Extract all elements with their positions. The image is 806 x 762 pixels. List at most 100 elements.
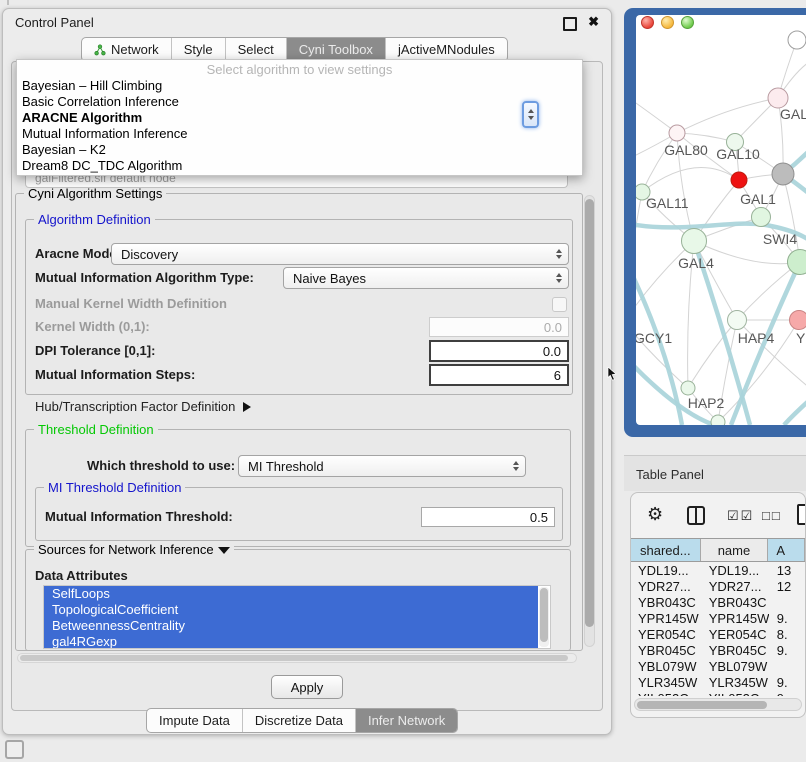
table-cell: 8. (769, 627, 805, 643)
network-node[interactable] (669, 125, 685, 141)
column-header-clipped[interactable]: A (768, 539, 805, 561)
table-row[interactable]: YPR145WYPR145W9. (631, 611, 805, 627)
table-row[interactable]: YBR045CYBR045C9. (631, 643, 805, 659)
document-icon[interactable] (797, 504, 806, 525)
table-row[interactable]: YER054CYER054C8. (631, 627, 805, 643)
attribute-item[interactable]: TopologicalCoefficient (44, 602, 538, 618)
threshold-definition-title: Threshold Definition (34, 422, 158, 437)
network-edge[interactable] (784, 398, 806, 425)
network-edge[interactable] (677, 98, 778, 133)
table-cell: YLR345W (701, 675, 769, 691)
network-node[interactable] (788, 250, 806, 275)
scrollbar-thumb[interactable] (540, 588, 548, 642)
kernel-width-input[interactable]: 0.0 (429, 317, 569, 337)
network-node[interactable] (790, 311, 806, 330)
network-node[interactable] (752, 208, 771, 227)
aracne-mode-value: Discovery (121, 247, 178, 262)
dropdown-item[interactable]: Mutual Information Inference (17, 126, 582, 142)
table-cell: YBR043C (631, 595, 701, 611)
float-window-icon[interactable] (563, 17, 577, 31)
network-node[interactable] (682, 229, 707, 254)
dropdown-item[interactable]: Dream8 DC_TDC Algorithm (17, 158, 582, 174)
network-node[interactable] (728, 311, 747, 330)
table-row[interactable]: YIL052CYIL052C9 (631, 691, 805, 696)
hub-definition-expander[interactable]: Hub/Transcription Factor Definition (35, 399, 251, 414)
table-cell: YPR145W (631, 611, 701, 627)
sources-group-title[interactable]: Sources for Network Inference (34, 542, 234, 557)
window-close-button[interactable] (641, 16, 654, 29)
tab-infer-network[interactable]: Infer Network (355, 709, 457, 732)
settings-horizontal-scrollbar[interactable] (17, 653, 577, 663)
dpi-tolerance-input[interactable]: 0.0 (429, 340, 569, 362)
network-edge[interactable] (636, 241, 694, 322)
tab-jactivemnodules[interactable]: jActiveMNodules (385, 38, 507, 61)
network-edge[interactable] (642, 168, 739, 193)
tab-select[interactable]: Select (225, 38, 286, 61)
tab-cyni-toolbox[interactable]: Cyni Toolbox (286, 38, 385, 61)
tab-impute-data[interactable]: Impute Data (147, 709, 242, 732)
dropdown-item[interactable]: Bayesian – K2 (17, 142, 582, 158)
focused-spinner-fragment[interactable] (522, 101, 539, 128)
mi-type-select[interactable]: Naive Bayes (283, 267, 569, 289)
deselect-checkboxes-icon[interactable]: □□ (762, 508, 782, 523)
apply-button[interactable]: Apply (271, 675, 343, 699)
tab-network[interactable]: Network (82, 38, 171, 61)
network-node-label: Y (796, 330, 806, 346)
aracne-mode-select[interactable]: Discovery (111, 243, 569, 265)
network-node-label: GAL80 (664, 142, 708, 158)
scrollbar-thumb[interactable] (637, 701, 767, 709)
network-node[interactable] (681, 381, 695, 395)
select-all-checkboxes-icon[interactable]: ☑☑ (727, 508, 754, 524)
dropdown-item-selected[interactable]: ARACNE Algorithm (17, 110, 582, 126)
network-node-label: SWI4 (763, 231, 797, 247)
tab-discretize-data[interactable]: Discretize Data (242, 709, 355, 732)
split-pane-icon[interactable] (687, 506, 705, 525)
network-node[interactable] (711, 415, 725, 425)
settings-vertical-scrollbar[interactable] (584, 195, 595, 647)
attributes-scrollbar[interactable] (539, 587, 549, 647)
network-node[interactable] (788, 31, 806, 49)
hub-definition-label: Hub/Transcription Factor Definition (35, 399, 235, 414)
network-node[interactable] (772, 163, 794, 185)
dropdown-item[interactable]: Basic Correlation Inference (17, 94, 582, 110)
mi-steps-input[interactable]: 6 (429, 364, 569, 386)
network-node[interactable] (731, 172, 747, 188)
table-horizontal-scrollbar[interactable] (634, 698, 802, 711)
network-canvas[interactable]: GALGAL80GAL10GAL1GAL11SWI4GAL4GCY1HAP4YH… (636, 30, 806, 425)
algorithm-dropdown-popup: Select algorithm to view settings Bayesi… (16, 59, 583, 176)
table-row[interactable]: YBR043CYBR043C (631, 595, 805, 611)
window-minimize-button[interactable] (661, 16, 674, 29)
network-node-label: GAL1 (740, 191, 776, 207)
window-zoom-button[interactable] (681, 16, 694, 29)
table-row[interactable]: YBL079WYBL079W (631, 659, 805, 675)
table-row[interactable]: YDR27...YDR27...12 (631, 579, 805, 595)
scrollbar-thumb[interactable] (585, 199, 594, 627)
attribute-item[interactable]: gal4RGexp (44, 634, 538, 649)
column-header-shared-name[interactable]: shared... (631, 539, 701, 561)
corner-toggle-button[interactable] (5, 740, 24, 759)
mi-threshold-input[interactable]: 0.5 (421, 507, 555, 527)
network-node-label: HAP4 (738, 330, 775, 346)
table-row[interactable]: YLR345WYLR345W9. (631, 675, 805, 691)
close-icon[interactable]: ✖ (588, 14, 599, 30)
which-threshold-select[interactable]: MI Threshold (238, 455, 526, 477)
attribute-item[interactable]: BetweennessCentrality (44, 618, 538, 634)
tab-label: Select (238, 42, 274, 57)
network-edge[interactable] (636, 192, 642, 322)
network-node[interactable] (768, 88, 788, 108)
manual-kernel-checkbox[interactable] (552, 297, 567, 312)
spinner-icon (513, 461, 519, 471)
network-node-label: GAL11 (646, 195, 689, 211)
dropdown-item[interactable]: Bayesian – Hill Climbing (17, 78, 582, 94)
tab-label: Cyni Toolbox (299, 42, 373, 57)
attribute-item[interactable]: SelfLoops (44, 586, 538, 602)
tab-style[interactable]: Style (171, 38, 225, 61)
dpi-tolerance-label: DPI Tolerance [0,1]: (35, 340, 155, 362)
manual-kernel-label: Manual Kernel Width Definition (35, 293, 227, 315)
scrollbar-thumb[interactable] (20, 655, 568, 661)
mi-type-value: Naive Bayes (293, 271, 366, 286)
column-header-name[interactable]: name (701, 539, 769, 561)
gear-icon[interactable]: ⚙ (647, 504, 663, 524)
table-row[interactable]: YDL19...YDL19...13 (631, 563, 805, 579)
table-cell: YBL079W (631, 659, 701, 675)
